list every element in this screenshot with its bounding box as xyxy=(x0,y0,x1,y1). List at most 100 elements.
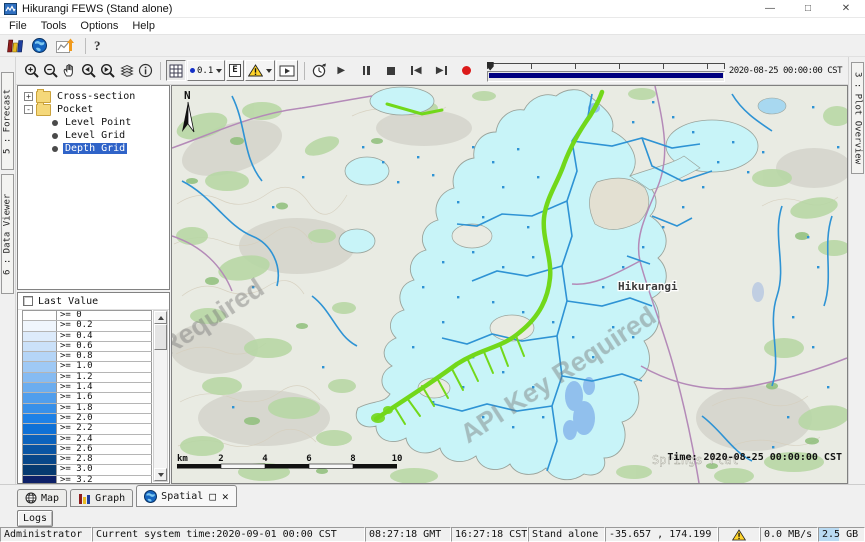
minimize-button[interactable]: — xyxy=(751,0,789,17)
svg-text:2: 2 xyxy=(218,454,223,464)
toolbar-separator xyxy=(85,38,86,54)
legend-row[interactable]: >= 3.2 xyxy=(23,476,152,483)
legend-color-swatch xyxy=(23,383,57,392)
tab-forecast[interactable]: 5 : Forecast xyxy=(1,72,14,170)
tree-item-level-grid[interactable]: Level Grid xyxy=(18,129,169,142)
svg-text:6: 6 xyxy=(306,454,311,464)
main-region: 5 : Forecast 6 : Data Viewer xyxy=(0,57,865,484)
scale-threshold-dropdown[interactable]: 0.1 xyxy=(187,60,225,81)
status-system-time: Current system time:2020-09-01 00:00 CST xyxy=(92,527,365,542)
map-svg: API Key Required API Key Required Hikura… xyxy=(172,86,847,483)
legend-color-swatch xyxy=(23,373,57,382)
tab-data-viewer[interactable]: 6 : Data Viewer xyxy=(1,174,14,294)
map-toolbar: 0.1 E ▶ xyxy=(16,57,848,85)
stop-button[interactable] xyxy=(382,61,401,81)
status-local-time: 16:27:18 CST xyxy=(451,527,528,542)
legend-header: Last Value xyxy=(18,293,169,310)
warning-triangle-icon xyxy=(732,529,746,541)
warnings-dropdown[interactable] xyxy=(245,60,275,81)
timeline-date: 2020-08-25 00:00:00 CST xyxy=(729,66,842,76)
legend-e-icon: E xyxy=(229,64,240,77)
help-button[interactable]: ? xyxy=(94,38,101,54)
workspace: + Cross-section - Pocket Level Point xyxy=(16,85,848,484)
tree-item-depth-grid[interactable]: Depth Grid xyxy=(18,142,169,155)
play-button[interactable]: ▶ xyxy=(332,61,351,81)
zoom-out-icon[interactable] xyxy=(41,61,60,81)
tree-item-pocket[interactable]: - Pocket xyxy=(18,103,169,116)
last-value-checkbox[interactable] xyxy=(23,296,33,306)
legend-color-swatch xyxy=(23,414,57,423)
animation-timer-icon[interactable] xyxy=(310,61,329,81)
left-tab-strip: 5 : Forecast 6 : Data Viewer xyxy=(0,57,16,484)
pan-hand-icon[interactable] xyxy=(60,61,79,81)
zoom-in-icon[interactable] xyxy=(22,61,41,81)
legend-color-swatch xyxy=(23,445,57,454)
menu-file[interactable]: File xyxy=(2,20,34,32)
legend-button[interactable]: E xyxy=(226,60,243,81)
legend-color-swatch xyxy=(23,435,57,444)
database-books-icon[interactable] xyxy=(6,38,23,53)
bullet-icon xyxy=(52,120,58,126)
timeline-progress-bar xyxy=(489,73,723,78)
skip-to-end-button[interactable]: ▶ xyxy=(432,61,451,81)
scroll-down-button[interactable] xyxy=(154,468,167,481)
legend-color-swatch xyxy=(23,465,57,474)
expander-minus-icon[interactable]: - xyxy=(24,105,33,114)
zoom-previous-icon[interactable] xyxy=(79,61,98,81)
timeline-track[interactable] xyxy=(487,71,725,82)
grid-display-button[interactable] xyxy=(166,60,186,81)
chevron-down-icon xyxy=(266,69,272,73)
legend-color-swatch xyxy=(23,424,57,433)
tree-item-level-point[interactable]: Level Point xyxy=(18,116,169,129)
tab-maximize-button[interactable]: □ xyxy=(209,491,216,502)
layer-tree: + Cross-section - Pocket Level Point xyxy=(17,85,170,290)
right-tab-strip: 3 : Plot Overview xyxy=(848,57,865,484)
info-icon[interactable] xyxy=(136,61,155,81)
window-title: Hikurangi FEWS (Stand alone) xyxy=(22,3,172,15)
tab-spatial[interactable]: Spatial □ ✕ xyxy=(136,485,236,507)
chevron-down-icon xyxy=(216,69,222,73)
menu-options[interactable]: Options xyxy=(73,20,125,32)
tab-close-button[interactable]: ✕ xyxy=(222,491,229,502)
record-button[interactable] xyxy=(457,61,476,81)
skip-to-start-button[interactable]: ◀ xyxy=(407,61,426,81)
legend-color-swatch xyxy=(23,393,57,402)
close-button[interactable]: ✕ xyxy=(827,0,865,17)
scroll-up-button[interactable] xyxy=(154,311,167,324)
logs-button[interactable]: Logs xyxy=(17,510,53,527)
tab-map[interactable]: Map xyxy=(17,489,67,507)
timeline-thumb[interactable] xyxy=(487,62,494,71)
warning-triangle-icon xyxy=(248,64,263,77)
zoom-next-icon[interactable] xyxy=(98,61,117,81)
globe-explorer-icon[interactable] xyxy=(32,38,47,53)
legend-color-swatch xyxy=(23,321,57,330)
menu-tools[interactable]: Tools xyxy=(34,20,74,32)
app-window: Hikurangi FEWS (Stand alone) — □ ✕ File … xyxy=(0,0,865,542)
expander-plus-icon[interactable]: + xyxy=(24,92,33,101)
map-canvas[interactable]: API Key Required API Key Required Hikura… xyxy=(171,85,848,484)
tab-graph[interactable]: Graph xyxy=(70,489,133,507)
animation-export-button[interactable] xyxy=(276,60,298,81)
pause-button[interactable] xyxy=(357,61,376,81)
legend-color-swatch xyxy=(23,404,57,413)
status-user: Administrator xyxy=(0,527,92,542)
timeseries-chart-icon[interactable] xyxy=(56,38,74,54)
scroll-thumb[interactable] xyxy=(154,324,167,350)
legend-color-swatch xyxy=(23,342,57,351)
tab-plot-overview[interactable]: 3 : Plot Overview xyxy=(851,62,864,174)
layers-icon[interactable] xyxy=(117,61,136,81)
scale-value: 0.1 xyxy=(197,66,213,76)
legend-scrollbar[interactable] xyxy=(153,310,168,482)
playback-controls: ▶ ◀ ▶ xyxy=(329,61,479,81)
wireframe-globe-icon xyxy=(25,492,37,504)
menu-help[interactable]: Help xyxy=(125,20,162,32)
maximize-button[interactable]: □ xyxy=(789,0,827,17)
timeline-slider[interactable] xyxy=(487,60,725,82)
legend-color-swatch xyxy=(23,311,57,320)
dot-icon xyxy=(190,68,195,73)
svg-text:10: 10 xyxy=(392,454,403,464)
app-logo-icon xyxy=(4,3,17,15)
legend-color-table: >= 0 >= 0.2 >= 0.4 >= 0.6 >= 0.8 >= 1.0 … xyxy=(22,310,152,483)
legend-color-swatch xyxy=(23,455,57,464)
timeline-ruler[interactable] xyxy=(487,63,725,71)
